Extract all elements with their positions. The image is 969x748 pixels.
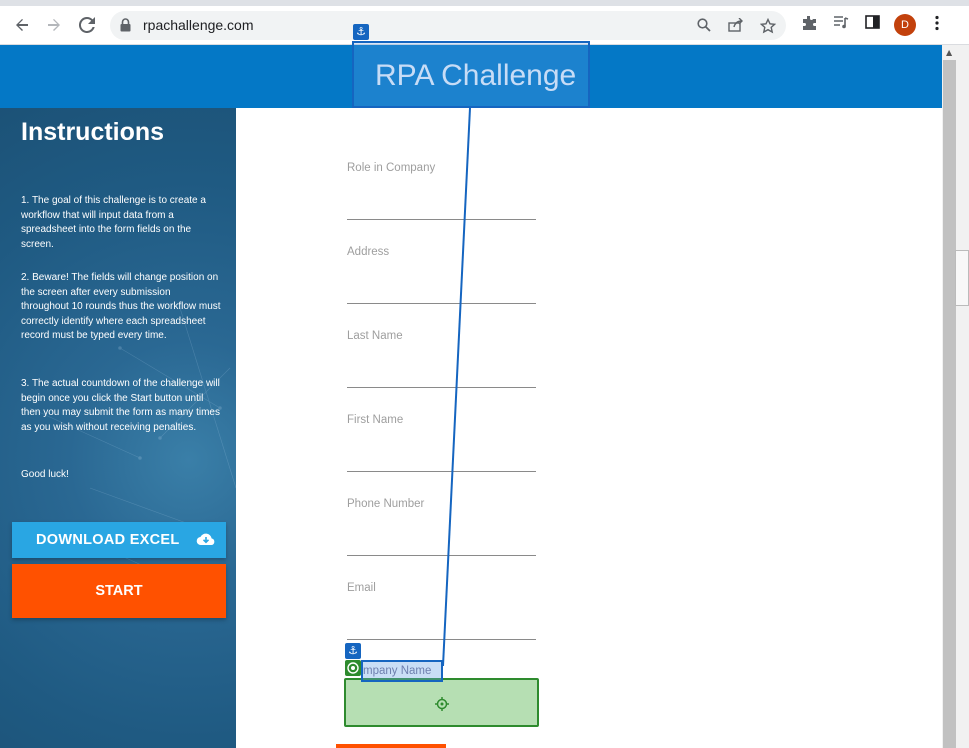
good-luck-text: Good luck! xyxy=(21,469,69,480)
role-in-company-label: Role in Company xyxy=(347,162,436,174)
start-button[interactable]: START xyxy=(12,564,226,618)
anchor-highlight-box xyxy=(352,41,590,108)
email-input[interactable] xyxy=(347,615,540,641)
extensions-puzzle-icon[interactable] xyxy=(799,15,819,35)
instruction-paragraph: 2. Beware! The fields will change positi… xyxy=(21,272,221,341)
address-label: Address xyxy=(347,246,390,258)
instructions-sidebar: Instructions 1. The goal of this challen… xyxy=(0,108,236,748)
side-panel-icon[interactable] xyxy=(862,15,882,35)
anchor-icon: ⚓ xyxy=(345,643,361,659)
lock-icon xyxy=(120,17,131,36)
company-name-label: mpany Name xyxy=(363,665,432,677)
url-text: rpachallenge.com xyxy=(143,17,254,33)
reload-icon[interactable] xyxy=(76,14,98,36)
zoom-search-icon[interactable] xyxy=(695,18,713,34)
scrollbar-thumb[interactable] xyxy=(943,60,956,748)
media-queue-icon[interactable] xyxy=(831,15,851,35)
anchor-icon: ⚓ xyxy=(353,24,369,40)
email-label: Email xyxy=(347,582,376,594)
field-underline xyxy=(347,639,536,640)
crosshair-icon xyxy=(435,696,449,715)
field-underline xyxy=(347,471,536,472)
back-icon[interactable] xyxy=(11,14,33,36)
bookmark-star-icon[interactable] xyxy=(759,17,777,34)
phone-number-input[interactable] xyxy=(347,531,540,557)
address-bar[interactable]: rpachallenge.com xyxy=(110,11,786,40)
download-excel-label: DOWNLOAD EXCEL xyxy=(36,532,180,548)
last-name-input[interactable] xyxy=(347,363,540,389)
field-underline xyxy=(347,387,536,388)
last-name-label: Last Name xyxy=(347,330,403,342)
instructions-heading: Instructions xyxy=(21,118,165,146)
share-icon[interactable] xyxy=(727,17,745,34)
tab-strip xyxy=(0,0,969,6)
start-label: START xyxy=(95,583,143,599)
forward-icon[interactable] xyxy=(43,14,65,36)
first-name-label: First Name xyxy=(347,414,404,426)
cloud-download-icon xyxy=(196,531,216,551)
scrollbar-grip[interactable] xyxy=(955,250,969,306)
scroll-up-icon[interactable]: ▲ xyxy=(946,48,952,57)
field-underline xyxy=(347,555,536,556)
first-name-input[interactable] xyxy=(347,447,540,473)
instruction-paragraph: 3. The actual countdown of the challenge… xyxy=(21,378,220,433)
instruction-paragraph: 1. The goal of this challenge is to crea… xyxy=(21,195,206,250)
target-badge-icon xyxy=(345,660,361,676)
profile-avatar[interactable]: D xyxy=(894,14,916,36)
browser-toolbar: rpachallenge.com D xyxy=(0,0,969,45)
target-highlight-box xyxy=(344,678,539,727)
field-underline xyxy=(347,303,536,304)
submit-button[interactable] xyxy=(336,744,446,748)
download-excel-button[interactable]: DOWNLOAD EXCEL xyxy=(12,522,226,558)
field-underline xyxy=(347,219,536,220)
phone-number-label: Phone Number xyxy=(347,498,425,510)
role-in-company-input[interactable] xyxy=(347,195,540,221)
address-input[interactable] xyxy=(347,279,540,305)
more-menu-icon[interactable] xyxy=(927,15,947,35)
